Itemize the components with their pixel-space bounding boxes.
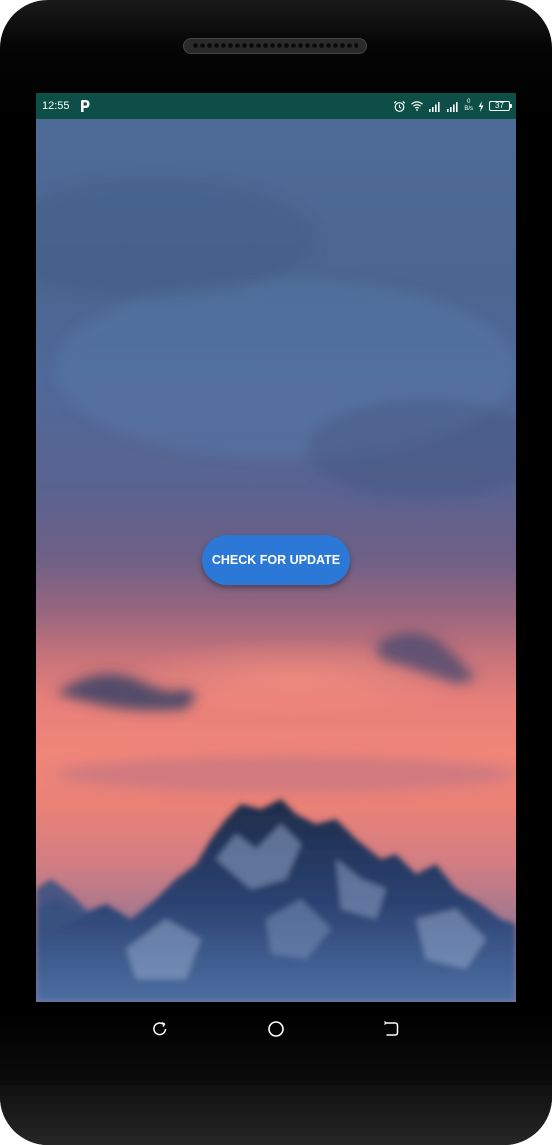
signal-icon [447, 101, 458, 112]
signal-icon [429, 101, 440, 112]
phone-frame: 12:55 0 B/s 37 CHECK FOR UPDATE [0, 0, 552, 1145]
status-icons: 0 B/s 37 [393, 98, 512, 114]
alarm-icon [394, 100, 406, 112]
status-time: 12:55 [42, 100, 70, 112]
back-icon[interactable] [382, 1020, 400, 1038]
battery-level: 37 [495, 101, 504, 110]
phone-screen: 12:55 0 B/s 37 CHECK FOR UPDATE [36, 93, 516, 1002]
netspeed-unit: B/s [464, 106, 473, 112]
p-icon [81, 100, 90, 112]
charging-icon [478, 100, 484, 112]
status-bar: 12:55 0 B/s 37 [36, 93, 516, 119]
earpiece-speaker [183, 38, 367, 54]
wifi-icon [411, 101, 424, 111]
recents-icon[interactable] [151, 1020, 169, 1038]
navigation-bar [0, 1002, 552, 1054]
battery-icon: 37 [489, 101, 512, 111]
home-icon[interactable] [267, 1020, 285, 1038]
netspeed-icon: 0 B/s [464, 99, 473, 113]
check-for-update-button[interactable]: CHECK FOR UPDATE [202, 535, 350, 585]
netspeed-value: 0 [466, 99, 471, 105]
